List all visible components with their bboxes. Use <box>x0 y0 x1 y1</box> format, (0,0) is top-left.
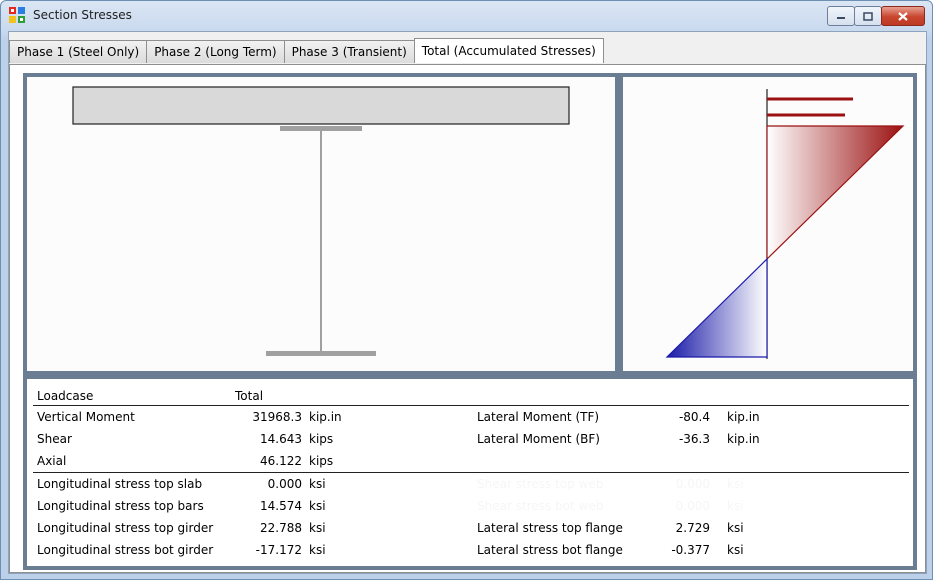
row-value-2: 0.000 <box>675 499 710 513</box>
row-value: 0.000 <box>267 477 302 491</box>
caption-buttons <box>827 6 925 26</box>
row-unit: kip.in <box>309 410 342 424</box>
row-label: Axial <box>37 454 67 468</box>
row-unit: ksi <box>309 543 326 557</box>
row-label-2: Shear stress bot web <box>477 499 604 513</box>
loadcase-header: Loadcase <box>37 389 94 403</box>
section-view-panel <box>27 77 615 371</box>
row-unit: kips <box>309 454 334 468</box>
row-label-2: Lateral Moment (BF) <box>477 432 600 446</box>
compression-stress-triangle <box>665 257 768 358</box>
row-value-2: -36.3 <box>678 432 710 446</box>
table-row: Shear 14.643 kips Lateral Moment (BF) -3… <box>27 430 913 450</box>
tab-phase-1[interactable]: Phase 1 (Steel Only) <box>9 40 148 63</box>
stress-diagram <box>665 89 905 359</box>
bottom-flange <box>266 351 376 356</box>
tab-strip: Phase 1 (Steel Only) Phase 2 (Long Term)… <box>9 38 604 64</box>
maximize-icon <box>863 11 873 21</box>
row-value-2: 0.000 <box>675 477 710 491</box>
table-row: Longitudinal stress top girder 22.788 ks… <box>27 519 913 539</box>
results-table: Loadcase Total Vertical Moment 31968.3 k… <box>23 379 917 570</box>
table-header-row: Loadcase Total <box>27 387 913 407</box>
dialog-client-area: Phase 1 (Steel Only) Phase 2 (Long Term)… <box>8 31 927 574</box>
row-value: 46.122 <box>260 454 302 468</box>
row-unit: kips <box>309 432 334 446</box>
close-button[interactable] <box>881 6 925 26</box>
row-unit: ksi <box>309 499 326 513</box>
row-unit-2: ksi <box>727 477 744 491</box>
table-row: Longitudinal stress bot girder -17.172 k… <box>27 541 913 561</box>
tab-phase-2[interactable]: Phase 2 (Long Term) <box>146 40 285 63</box>
loadcase-value: Total <box>235 389 264 403</box>
drawing-frame <box>23 73 917 379</box>
row-value-2: -80.4 <box>678 410 710 424</box>
row-unit-2: kip.in <box>727 432 760 446</box>
row-value: -17.172 <box>255 543 302 557</box>
window-title: Section Stresses <box>33 8 132 22</box>
row-value-2: 2.729 <box>675 521 710 535</box>
table-row: Axial 46.122 kips <box>27 452 913 472</box>
title-bar[interactable]: Section Stresses <box>1 1 932 31</box>
maximize-button[interactable] <box>854 6 882 26</box>
row-label-2: Lateral Moment (TF) <box>477 410 600 424</box>
row-label: Shear <box>37 432 72 446</box>
minimize-icon <box>837 17 845 19</box>
row-label-2: Lateral stress top flange <box>477 521 623 535</box>
top-flange <box>280 126 362 131</box>
stress-diagram-panel <box>623 77 913 371</box>
tab-phase-3[interactable]: Phase 3 (Transient) <box>283 40 415 63</box>
section-stresses-window: Section Stresses Phase 1 (Steel Only) Ph… <box>0 0 933 580</box>
row-value: 14.574 <box>260 499 302 513</box>
section-stresses-app-icon <box>9 7 25 23</box>
row-unit-2: ksi <box>727 521 744 535</box>
tab-total[interactable]: Total (Accumulated Stresses) <box>413 38 604 63</box>
row-value-2: -0.377 <box>671 543 710 557</box>
minimize-button[interactable] <box>827 6 855 26</box>
row-unit-2: ksi <box>727 543 744 557</box>
table-row: Longitudinal stress top bars 14.574 ksi … <box>27 497 913 517</box>
section-divider <box>33 472 909 473</box>
row-value: 31968.3 <box>252 410 302 424</box>
row-value: 14.643 <box>260 432 302 446</box>
row-value: 22.788 <box>260 521 302 535</box>
row-label-2: Shear stress top web <box>477 477 604 491</box>
header-divider <box>33 405 909 406</box>
row-unit: ksi <box>309 521 326 535</box>
row-unit-2: ksi <box>727 499 744 513</box>
row-unit-2: kip.in <box>727 410 760 424</box>
row-unit: ksi <box>309 477 326 491</box>
concrete-slab <box>72 86 570 125</box>
tension-stress-triangle <box>766 125 905 261</box>
close-icon <box>898 11 908 21</box>
table-row: Vertical Moment 31968.3 kip.in Lateral M… <box>27 408 913 428</box>
row-label: Vertical Moment <box>37 410 135 424</box>
table-row: Longitudinal stress top slab 0.000 ksi S… <box>27 475 913 495</box>
section-drawing <box>72 86 570 356</box>
web <box>320 131 322 351</box>
row-label-2: Lateral stress bot flange <box>477 543 623 557</box>
